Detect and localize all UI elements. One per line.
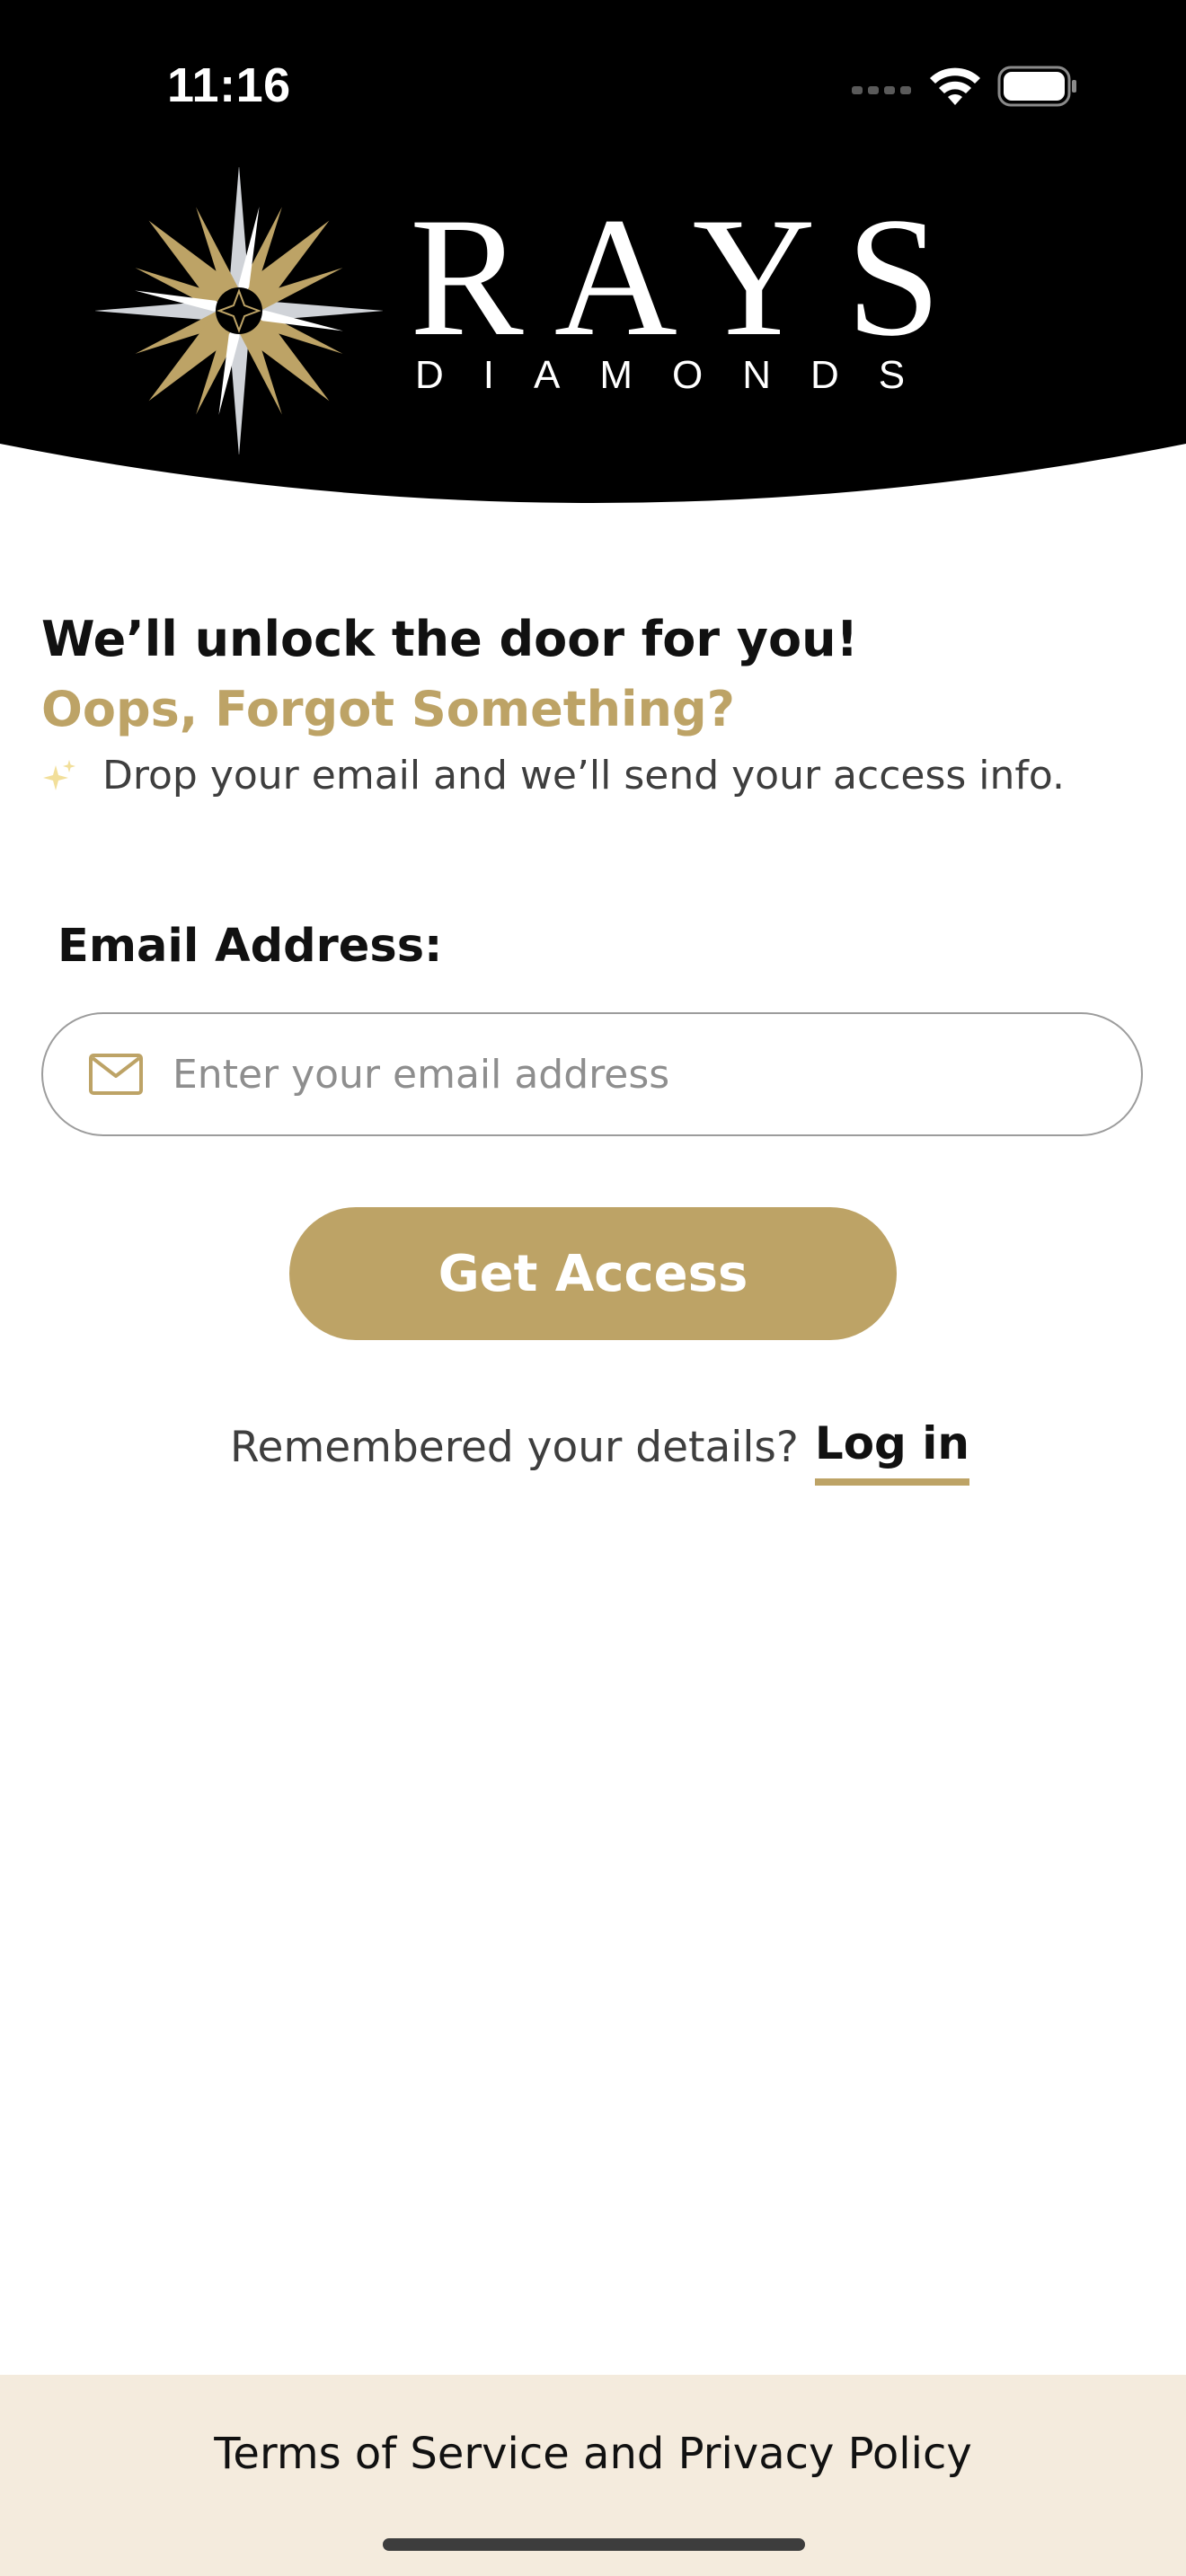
get-access-button[interactable]: Get Access: [289, 1207, 897, 1340]
header: 11:16 RAYS DIAMONDS: [0, 0, 1186, 512]
signal-icon: [852, 86, 911, 94]
status-icons: [852, 63, 1078, 110]
email-field[interactable]: [41, 1012, 1143, 1136]
mail-icon: [89, 1054, 143, 1095]
footer: Terms of Service and Privacy Policy: [0, 2375, 1186, 2576]
home-indicator[interactable]: [383, 2538, 805, 2551]
brand-name: RAYS: [410, 183, 972, 372]
login-link[interactable]: Log in: [814, 1414, 969, 1486]
page-subheading: Oops, Forgot Something?: [41, 681, 735, 737]
terms-privacy-link[interactable]: Terms of Service and Privacy Policy: [0, 2429, 1186, 2479]
battery-icon: [997, 66, 1076, 107]
sparkle-icon: [43, 759, 75, 790]
login-row: Remembered your details? Log in: [230, 1410, 969, 1486]
brand-logo: RAYS DIAMONDS: [95, 167, 941, 454]
forgot-password-screen: 11:16 RAYS DIAMONDS We’ll unlock the doo…: [0, 0, 1186, 2576]
email-input[interactable]: [171, 1050, 1073, 1098]
page-heading: We’ll unlock the door for you!: [41, 611, 859, 667]
star-logo-icon: [95, 167, 383, 454]
login-prompt: Remembered your details?: [230, 1423, 799, 1472]
email-label: Email Address:: [58, 920, 443, 973]
status-time: 11:16: [167, 58, 291, 112]
info-row: Drop your email and we’ll send your acce…: [41, 753, 1065, 798]
wifi-icon: [930, 67, 980, 105]
info-text: Drop your email and we’ll send your acce…: [102, 753, 1066, 798]
brand-subname: DIAMONDS: [415, 353, 945, 397]
